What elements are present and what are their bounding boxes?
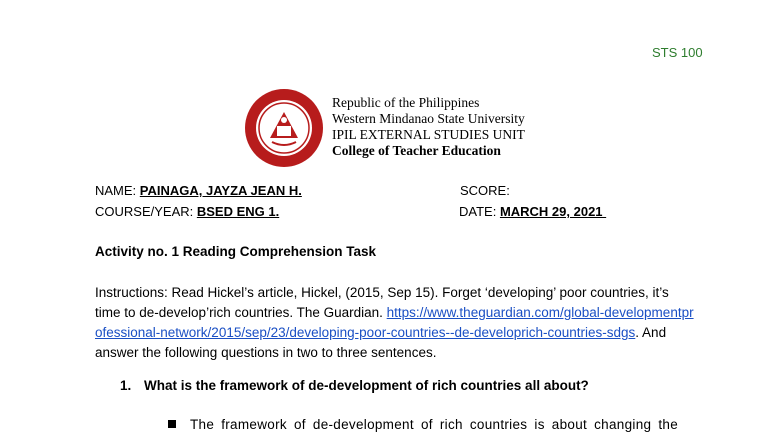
answer-text: The framework of de-development of rich … (190, 417, 679, 432)
date-label: DATE: (459, 204, 500, 219)
republic-line: Republic of the Philippines (332, 95, 480, 110)
question-number: 1. (120, 378, 132, 393)
activity-title: Activity no. 1 Reading Comprehension Tas… (95, 244, 377, 259)
course-code: STS 100 (652, 45, 703, 60)
unit-line: IPIL EXTERNAL STUDIES UNIT (332, 127, 525, 142)
date-value: MARCH 29, 2021 (499, 204, 607, 219)
university-line: Western Mindanao State University (332, 111, 525, 126)
name-field: NAME: PAINAGA, JAYZA JEAN H. (95, 183, 302, 198)
course-label: COURSE/YEAR: (95, 204, 197, 219)
name-label: NAME: (95, 183, 140, 198)
score-label: SCORE: (460, 183, 510, 198)
date-field: DATE: MARCH 29, 2021 (459, 204, 606, 219)
instructions-paragraph: Instructions: Read Hickel’s article, Hic… (95, 283, 695, 363)
university-header: Republic of the Philippines Western Mind… (332, 95, 525, 159)
answer-item: The framework of de-development of rich … (168, 415, 688, 435)
question-text: What is the framework of de-development … (144, 378, 589, 393)
question-1: 1. What is the framework of de-developmen… (120, 378, 589, 393)
university-seal-logo (245, 89, 323, 167)
course-value: BSED ENG 1. (196, 204, 280, 219)
square-bullet-icon (168, 420, 176, 428)
score-field: SCORE: (460, 183, 510, 198)
college-line: College of Teacher Education (332, 143, 501, 158)
course-field: COURSE/YEAR: BSED ENG 1. (95, 204, 279, 219)
name-value: PAINAGA, JAYZA JEAN H. (139, 183, 302, 198)
